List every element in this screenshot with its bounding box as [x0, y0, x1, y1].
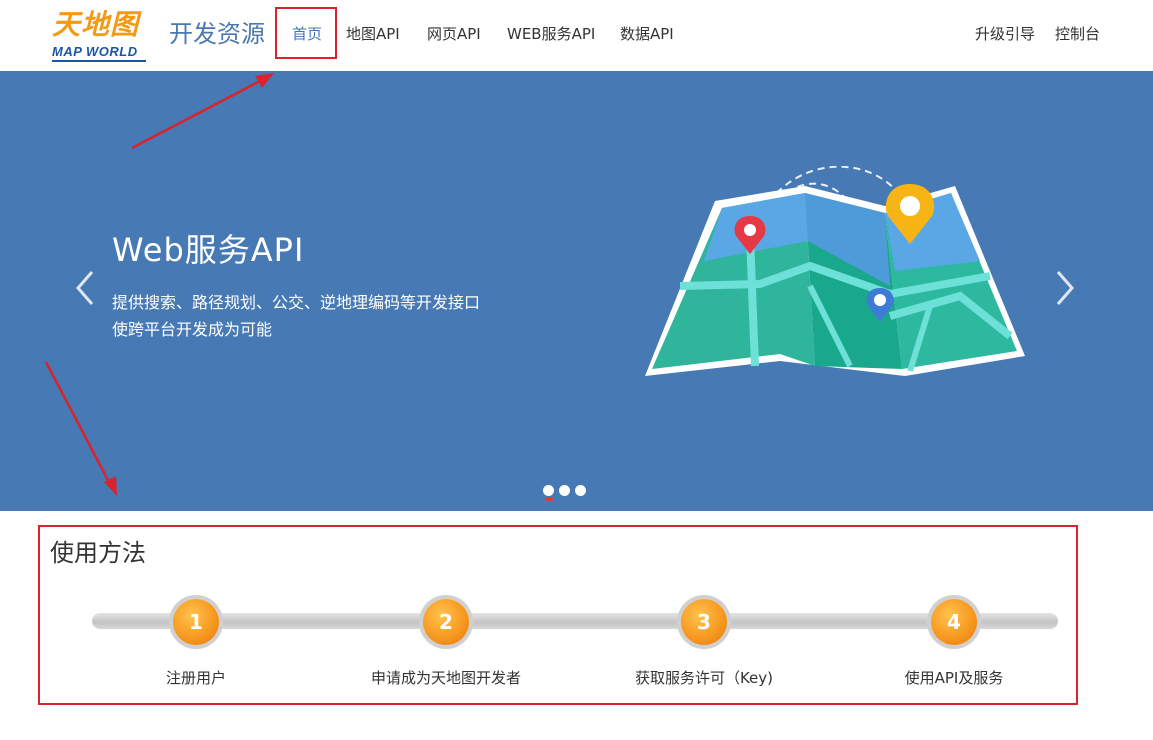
steps-progress-track [92, 613, 1058, 629]
carousel-indicators [543, 485, 593, 503]
step-2-label[interactable]: 申请成为天地图开发者 [346, 667, 546, 689]
banner-desc-line-2: 使跨平台开发成为可能 [112, 320, 273, 339]
carousel-active-indicator [545, 497, 553, 501]
step-4-label[interactable]: 使用API及服务 [879, 667, 1029, 689]
tianditu-logo[interactable]: 天地图 MAP WORLD [50, 8, 150, 66]
step-3-badge: 3 [681, 599, 727, 645]
chevron-left-icon [76, 271, 94, 305]
site-title: 开发资源 [169, 20, 265, 48]
logo-chinese-text: 天地图 [52, 8, 140, 41]
nav-web-api[interactable]: 网页API [427, 22, 481, 46]
hero-carousel: Web服务API 提供搜索、路径规划、公交、逆地理编码等开发接口 使跨平台开发成… [0, 71, 1153, 511]
banner-description: 提供搜索、路径规划、公交、逆地理编码等开发接口 使跨平台开发成为可能 [112, 289, 552, 343]
folded-map-illustration [645, 166, 1025, 376]
carousel-dot-2[interactable] [559, 485, 570, 496]
usage-steps-title: 使用方法 [50, 539, 146, 567]
top-header: 天地图 MAP WORLD 开发资源 首页 地图API 网页API WEB服务A… [0, 0, 1153, 71]
step-2-badge: 2 [423, 599, 469, 645]
usage-steps-section: 使用方法 1 2 3 4 注册用户 申请成为天地图开发者 获取服务许可（Key)… [38, 525, 1078, 705]
nav-home-highlight-box [275, 7, 337, 59]
step-4-badge: 4 [931, 599, 977, 645]
carousel-dot-3[interactable] [575, 485, 586, 496]
logo-underline [52, 60, 146, 62]
nav-data-api[interactable]: 数据API [620, 22, 674, 46]
nav-upgrade-guide[interactable]: 升级引导 [975, 22, 1035, 46]
nav-console[interactable]: 控制台 [1055, 22, 1100, 46]
logo-english-text: MAP WORLD [52, 44, 138, 59]
banner-desc-line-1: 提供搜索、路径规划、公交、逆地理编码等开发接口 [112, 293, 481, 312]
step-1-badge: 1 [173, 599, 219, 645]
carousel-next-button[interactable] [1050, 266, 1080, 310]
carousel-dot-1[interactable] [543, 485, 554, 496]
nav-web-service-api[interactable]: WEB服务API [507, 22, 595, 46]
step-1-label[interactable]: 注册用户 [146, 667, 246, 689]
step-3-label[interactable]: 获取服务许可（Key) [604, 667, 804, 689]
banner-title: Web服务API [112, 231, 305, 269]
chevron-right-icon [1056, 271, 1074, 305]
carousel-prev-button[interactable] [72, 266, 102, 310]
nav-map-api[interactable]: 地图API [346, 22, 400, 46]
